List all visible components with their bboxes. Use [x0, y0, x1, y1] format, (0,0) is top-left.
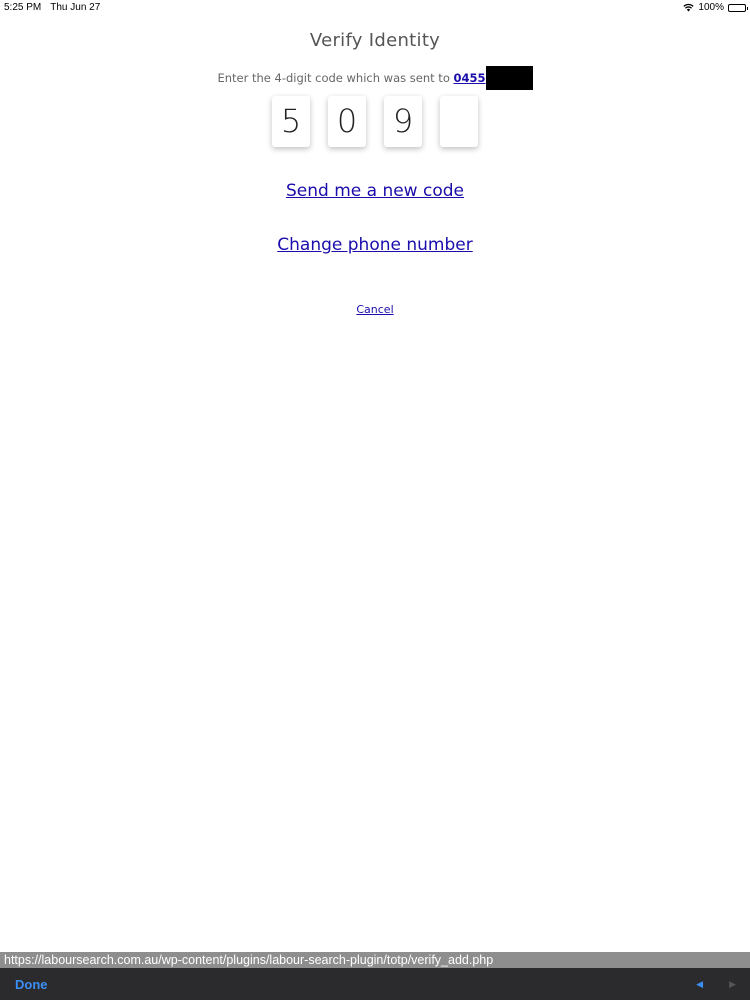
redaction-box — [485, 66, 533, 90]
status-left: 5:25 PM Thu Jun 27 — [4, 2, 100, 13]
back-arrow-icon[interactable]: ◀ — [696, 979, 703, 990]
send-new-code-link[interactable]: Send me a new code — [0, 181, 750, 201]
status-right: 100% — [683, 2, 748, 13]
nav-arrows: ◀ ▶ — [696, 979, 736, 990]
phone-number-link[interactable]: 0455 — [454, 71, 486, 85]
battery-percent: 100% — [698, 2, 724, 13]
browser-toolbar: Done ◀ ▶ — [0, 968, 750, 1000]
wifi-icon — [683, 3, 695, 12]
url-status-bar: https://laboursearch.com.au/wp-content/p… — [0, 952, 750, 968]
done-button[interactable]: Done — [15, 977, 48, 992]
forward-arrow-icon[interactable]: ▶ — [729, 979, 736, 990]
status-date: Thu Jun 27 — [50, 2, 101, 13]
code-digit-2[interactable]: 0 — [328, 96, 366, 147]
code-digit-1[interactable]: 5 — [272, 96, 310, 147]
cancel-link[interactable]: Cancel — [0, 303, 750, 316]
instruction-text: Enter the 4-digit code which was sent to… — [0, 66, 750, 90]
instruction-prefix: Enter the 4-digit code which was sent to — [217, 71, 454, 85]
status-time: 5:25 PM — [4, 2, 42, 13]
change-phone-link[interactable]: Change phone number — [0, 235, 750, 255]
page-title: Verify Identity — [309, 30, 441, 51]
battery-icon — [728, 3, 748, 12]
code-input-row: 5 0 9 — [0, 96, 750, 147]
code-digit-3[interactable]: 9 — [384, 96, 422, 147]
status-bar: 5:25 PM Thu Jun 27 100% — [0, 0, 750, 15]
code-digit-4[interactable] — [440, 96, 478, 147]
